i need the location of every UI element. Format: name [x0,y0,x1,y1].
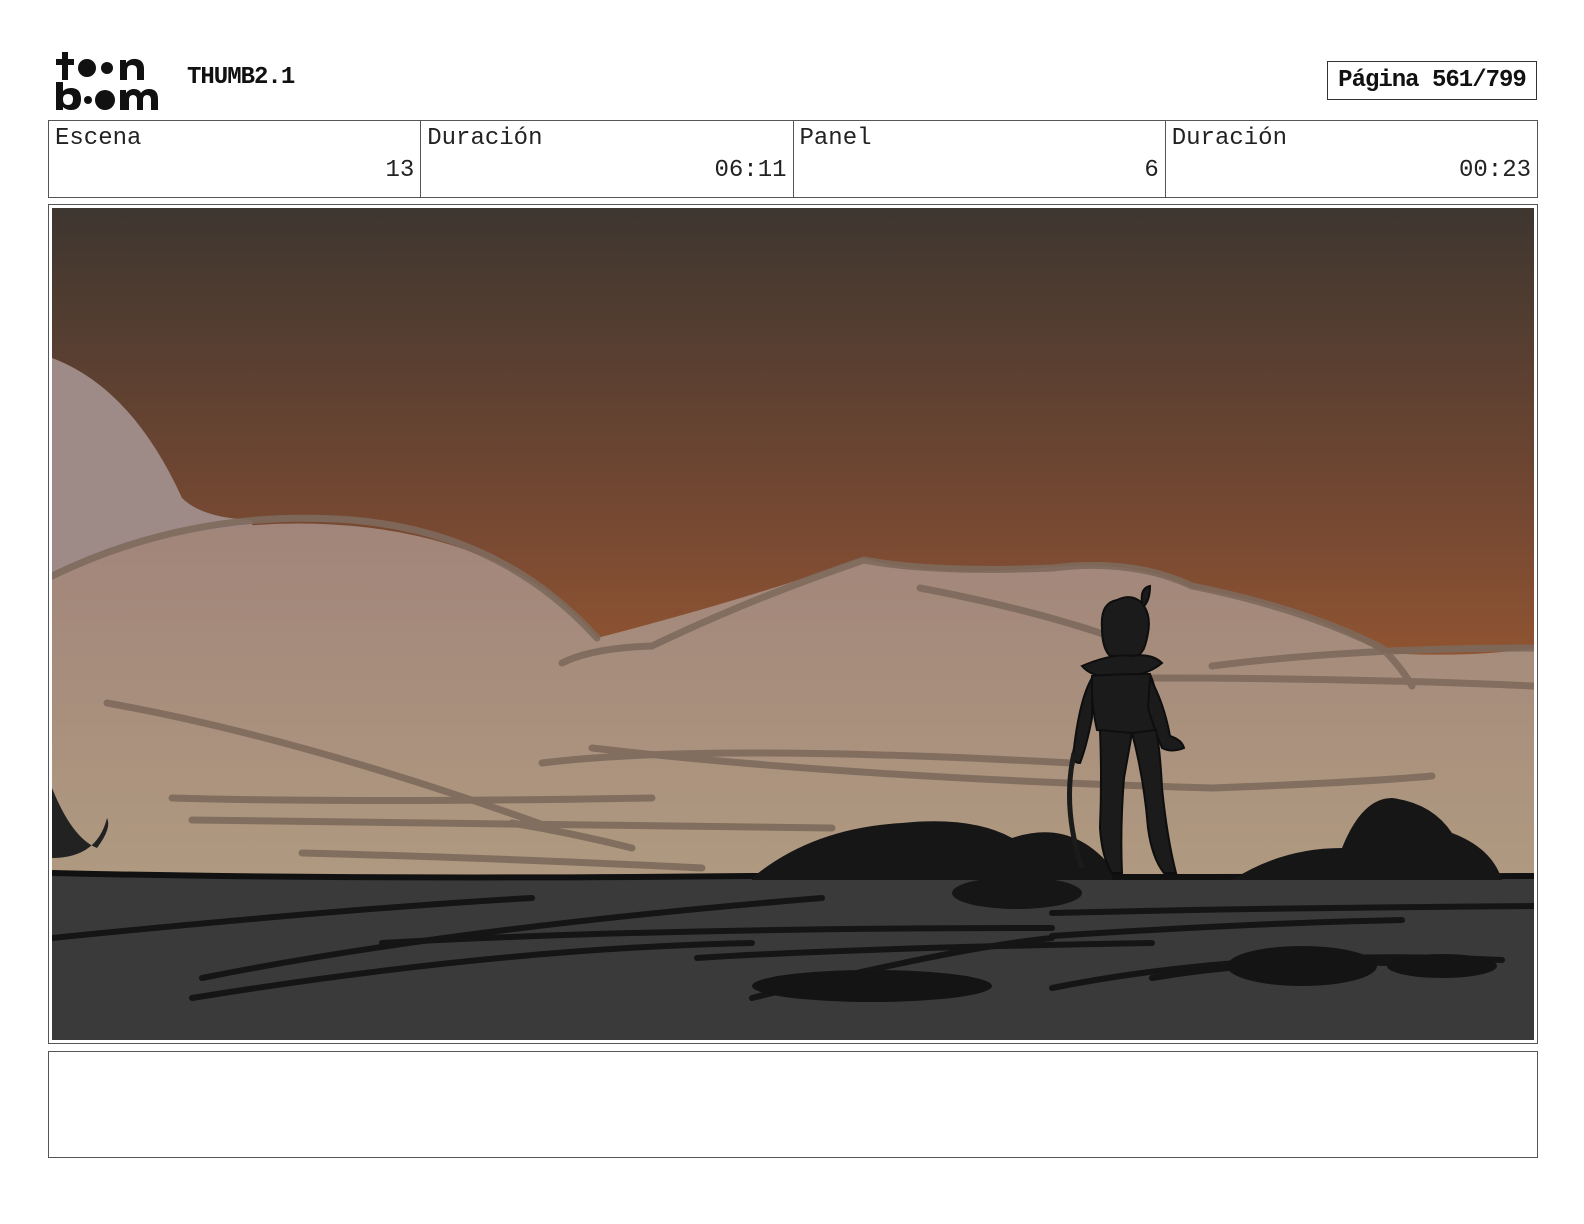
panel-value: 6 [1144,157,1159,184]
panel-duration-value: 00:23 [1458,157,1531,184]
scene-duration-cell: Duración 06:11 [421,121,794,197]
panel-duration-label: Duración [1171,125,1287,152]
panel-duration-cell: Duración 00:23 [1166,121,1537,197]
page-indicator: Página 561/799 [1327,61,1537,100]
toonboom-logo [56,52,158,110]
scene-duration-label: Duración [427,125,543,152]
scene-info-row: Escena 13 Duración 06:11 Panel 6 Duració… [48,120,1538,198]
scene-cell: Escena 13 [49,121,422,197]
panel-notes-box[interactable] [48,1051,1538,1158]
scene-value: 13 [385,157,415,184]
document-title: THUMB2.1 [187,64,295,91]
scene-duration-value: 06:11 [714,157,787,184]
panel-label: Panel [799,125,872,152]
panel-cell: Panel 6 [794,121,1166,197]
scene-label: Escena [55,125,142,152]
storyboard-panel-image [52,208,1534,1040]
